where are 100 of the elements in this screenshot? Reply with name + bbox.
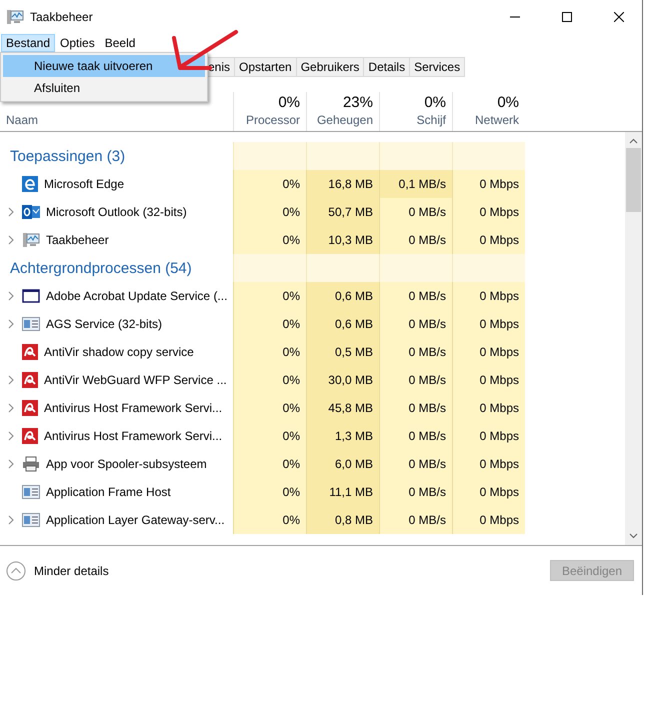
chevron-icon[interactable] [8,515,14,525]
process-name: AntiVir shadow copy service [44,345,194,359]
table-cell: 50,7 MB [306,198,379,226]
table-cell: 0 Mbps [452,506,525,534]
column-header[interactable]: Netwerk [474,113,519,127]
table-cell: 6,0 MB [306,450,379,478]
table-cell: 0% [233,366,306,394]
table-cell: 0% [233,478,306,506]
table-cell: 11,1 MB [306,478,379,506]
table-cell: 0% [233,394,306,422]
process-name: Application Layer Gateway-serv... [46,513,225,527]
chevron-icon[interactable] [8,291,14,301]
table-cell: 0% [233,170,306,198]
service-icon [22,513,40,527]
process-name: AntiVir WebGuard WFP Service ... [44,373,227,387]
table-cell: 16,8 MB [306,170,379,198]
column-header[interactable]: Processor [246,113,300,127]
group-header: Achtergrondprocessen (54) [9,258,193,278]
menu-item[interactable]: Afsluiten [3,77,205,99]
table-cell: 0 Mbps [452,338,525,366]
process-name: Microsoft Outlook (32-bits) [46,205,187,219]
scroll-up-icon[interactable] [629,138,638,144]
scrollbar-thumb[interactable] [626,148,641,212]
chevron-icon[interactable] [8,375,14,385]
table-cell: 0 MB/s [379,282,452,310]
table-cell: 0% [233,450,306,478]
fewer-details-toggle[interactable]: Minder details [6,560,550,580]
table-cell: 0 MB/s [379,198,452,226]
chevron-icon[interactable] [8,235,14,245]
table-cell: 0% [233,506,306,534]
umbrella-icon [22,428,38,444]
table-cell: 0 Mbps [452,198,525,226]
table-cell: 0,6 MB [306,282,379,310]
table-cell: 0% [233,338,306,366]
service-icon [22,317,40,331]
menu-item[interactable]: Bestand [1,34,56,52]
usage-total: 0% [278,94,300,111]
table-cell: 0 Mbps [452,310,525,338]
process-name: Antivirus Host Framework Servi... [44,401,222,415]
usage-total: 23% [342,94,373,111]
service-icon [22,485,40,499]
column-header[interactable]: Naam [6,113,38,127]
window-icon [22,289,40,303]
table-cell: 0 MB/s [379,506,452,534]
monitor-icon [6,9,24,25]
table-cell: 0 Mbps [452,366,525,394]
table-cell: 0 MB/s [379,450,452,478]
table-cell: 0,1 MB/s [379,170,452,198]
chevron-icon[interactable] [8,459,14,469]
chevron-icon[interactable] [8,431,14,441]
tab[interactable]: Gebruikers [296,57,364,77]
table-cell: 0 Mbps [452,450,525,478]
table-cell: 0 Mbps [452,226,525,254]
process-name: AGS Service (32-bits) [46,317,162,331]
table-cell: 0% [233,422,306,450]
close-icon [614,12,624,22]
table-cell: 0 MB/s [379,310,452,338]
column-header[interactable]: Geheugen [316,113,373,127]
table-cell: 45,8 MB [306,394,379,422]
table-cell: 0 MB/s [379,394,452,422]
maximize-icon [562,12,572,22]
table-cell: 0 MB/s [379,478,452,506]
table-cell: 0% [233,282,306,310]
umbrella-icon [22,372,38,388]
umbrella-icon [22,400,38,416]
table-cell: 0 MB/s [379,226,452,254]
process-name: App voor Spooler-subsysteem [46,457,207,471]
table-cell: 0 Mbps [452,170,525,198]
column-header[interactable]: Schijf [416,113,446,127]
usage-total: 0% [497,94,519,111]
chevron-icon[interactable] [8,207,14,217]
table-cell: 0 Mbps [452,478,525,506]
process-name: Antivirus Host Framework Servi... [44,429,222,443]
chevron-icon[interactable] [8,319,14,329]
table-cell: 0 Mbps [452,422,525,450]
table-cell: 0 Mbps [452,394,525,422]
usage-total: 0% [424,94,446,111]
group-header: Toepassingen (3) [9,146,126,166]
table-cell: 0% [233,198,306,226]
table-cell: 0,5 MB [306,338,379,366]
menu-item[interactable]: Nieuwe taak uitvoeren [3,55,205,77]
edge-icon [22,176,38,192]
table-cell: 1,3 MB [306,422,379,450]
chevron-icon[interactable] [8,403,14,413]
tab[interactable]: Opstarten [234,57,297,77]
scrollbar[interactable] [625,132,642,545]
tab[interactable]: Details [363,57,410,77]
table-cell: 10,3 MB [306,226,379,254]
table-cell: 0 MB/s [379,366,452,394]
mail-icon [22,204,40,220]
tab[interactable]: Services [409,57,466,77]
monitor-icon [22,232,40,248]
scroll-down-icon[interactable] [629,533,638,539]
process-name: Application Frame Host [46,485,171,499]
menu-item[interactable]: Beeld [100,34,140,52]
table-cell: 0 MB/s [379,338,452,366]
table-cell: 0,8 MB [306,506,379,534]
table-cell: 0% [233,310,306,338]
menu-item[interactable]: Opties [55,34,100,52]
process-name: Taakbeheer [46,233,109,247]
